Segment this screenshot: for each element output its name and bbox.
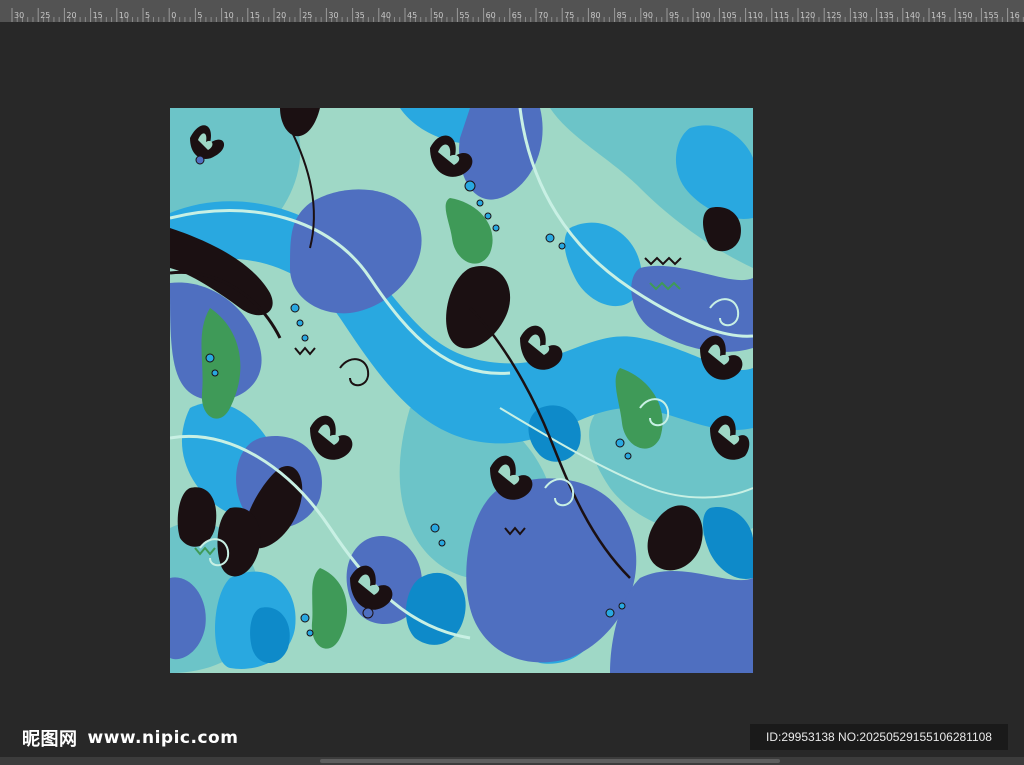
ruler-label: 30	[14, 11, 24, 20]
ruler-label: 110	[748, 11, 763, 20]
ruler-label: 5	[197, 11, 202, 20]
horizontal-scrollbar[interactable]	[0, 757, 1024, 765]
abstract-pattern-illustration	[170, 108, 753, 673]
ruler-label: 20	[276, 11, 286, 20]
watermark-site-name: 昵图网	[22, 729, 78, 750]
site-watermark-logo: 昵图网 www.nipic.com	[22, 724, 238, 752]
ruler-label: 95	[669, 11, 679, 20]
ruler-label: 80	[590, 11, 600, 20]
ruler-label: 65	[512, 11, 522, 20]
ruler-label: 75	[564, 11, 574, 20]
ruler-label: 50	[433, 11, 443, 20]
ruler-label: 150	[957, 11, 972, 20]
ruler-label: 16	[1010, 11, 1020, 20]
horizontal-ruler: 30 25 20 15 10 5 0 5 10 15 20 25 30 35 40 45 50 55 60 65 70 7…	[0, 0, 1024, 23]
ruler-label: 60	[486, 11, 496, 20]
ruler-label: 155	[983, 11, 998, 20]
ruler-label: 105	[721, 11, 736, 20]
ruler-label: 130	[852, 11, 867, 20]
ruler-label: 35	[355, 11, 365, 20]
ruler-label: 90	[643, 11, 653, 20]
ruler-ticks: 30 25 20 15 10 5 0 5 10 15 20 25 30 35 40 45 50 55 60 65 70 7…	[11, 8, 1024, 22]
ruler-label: 145	[931, 11, 946, 20]
ruler-label: 0	[171, 11, 176, 20]
ruler-label: 140	[905, 11, 920, 20]
ruler-label: 115	[774, 11, 789, 20]
ruler-label: 55	[459, 11, 469, 20]
ruler-label: 20	[66, 11, 76, 20]
ruler-label: 30	[328, 11, 338, 20]
ruler-label: 25	[302, 11, 312, 20]
ruler-label: 5	[145, 11, 150, 20]
ruler-label: 10	[224, 11, 234, 20]
ruler-label: 135	[879, 11, 894, 20]
ruler-label: 25	[40, 11, 50, 20]
ruler-label: 10	[119, 11, 129, 20]
ruler-label: 40	[381, 11, 391, 20]
ruler-label: 15	[250, 11, 260, 20]
ruler-label: 100	[695, 11, 710, 20]
pattern-artwork[interactable]	[170, 108, 753, 673]
ruler-label: 70	[538, 11, 548, 20]
ruler-label: 125	[826, 11, 841, 20]
ruler-label: 15	[93, 11, 103, 20]
ruler-label: 85	[617, 11, 627, 20]
ruler-label: 45	[407, 11, 417, 20]
ruler-label: 120	[800, 11, 815, 20]
image-id-label: ID:29953138 NO:20250529155106281108	[750, 724, 1008, 750]
scrollbar-thumb[interactable]	[320, 759, 780, 763]
watermark-url: www.nipic.com	[87, 728, 239, 748]
